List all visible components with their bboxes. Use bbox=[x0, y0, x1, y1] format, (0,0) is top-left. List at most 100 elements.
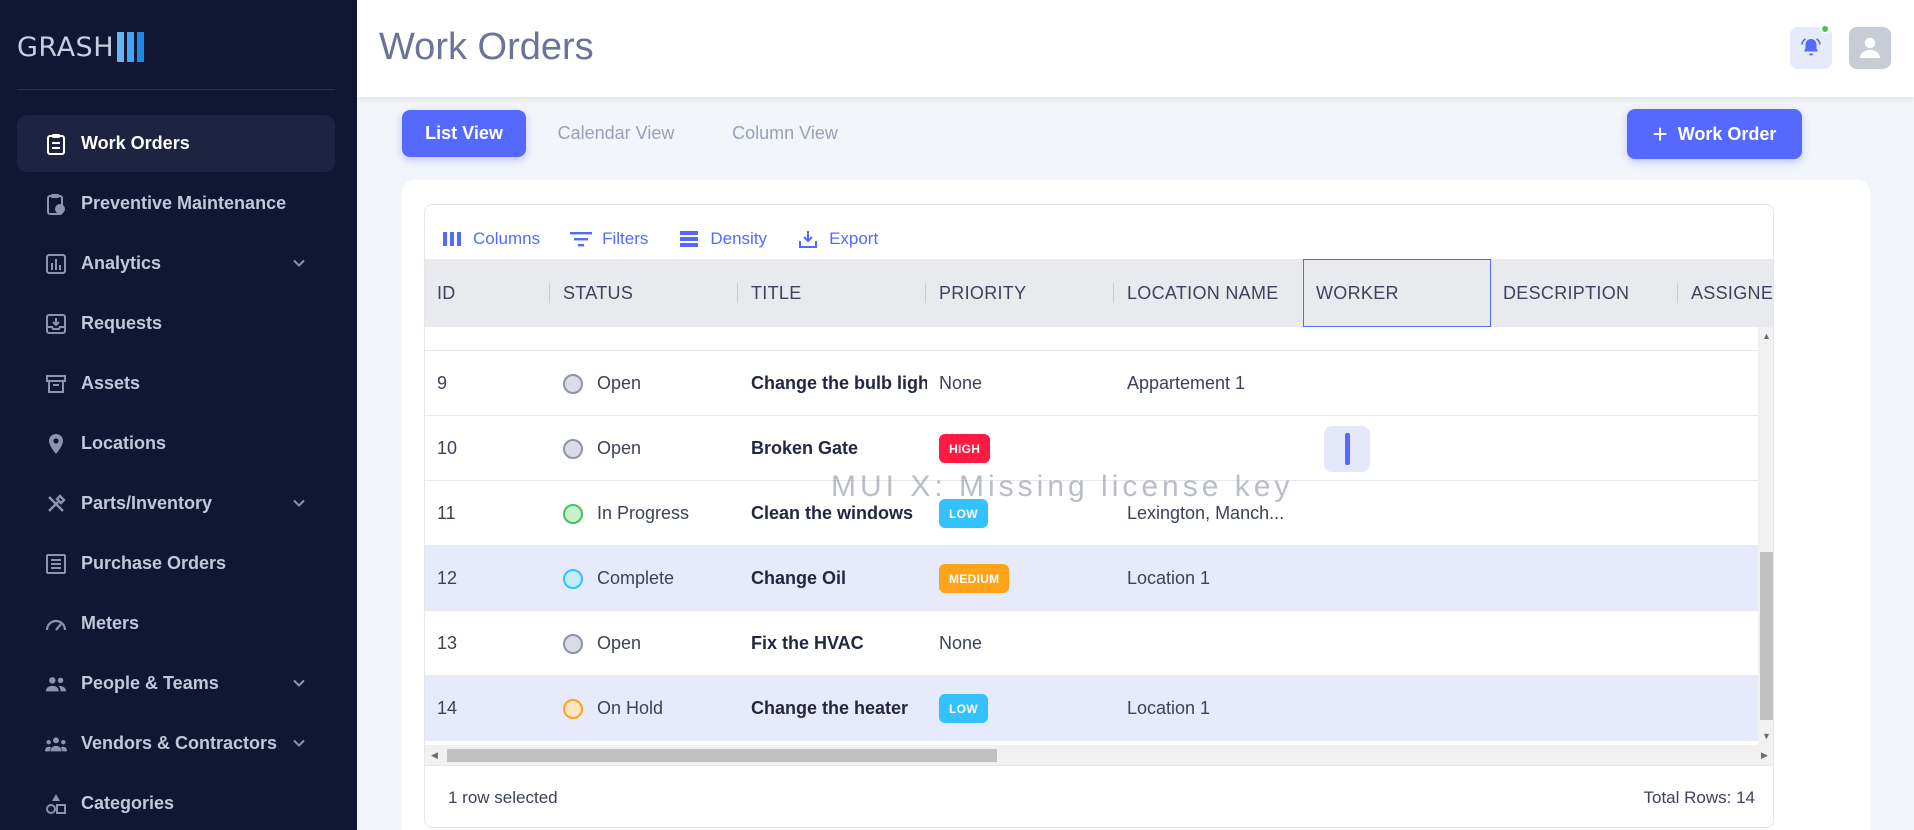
cell-id: 11 bbox=[437, 503, 456, 523]
horizontal-scroll-thumb[interactable] bbox=[447, 749, 997, 762]
column-separator[interactable] bbox=[737, 283, 738, 303]
columns-label: Columns bbox=[473, 229, 541, 248]
sidebar-item-categories[interactable]: Categories bbox=[17, 775, 335, 830]
filter-icon bbox=[570, 228, 593, 250]
filters-label: Filters bbox=[602, 229, 649, 248]
chevron-down-icon bbox=[291, 495, 307, 511]
cell-title: Change the heater bbox=[751, 698, 909, 718]
sidebar-item-people-teams[interactable]: People & Teams bbox=[17, 655, 335, 712]
selected-rows-count: 1 row selected bbox=[448, 788, 558, 807]
sidebar-item-label: Purchase Orders bbox=[81, 553, 227, 573]
columns-button[interactable]: Columns bbox=[441, 228, 540, 250]
column-header-location-name[interactable]: LOCATION NAME bbox=[1115, 259, 1303, 327]
sidebar-item-requests[interactable]: Requests bbox=[17, 295, 335, 352]
sidebar-item-label: Categories bbox=[81, 793, 175, 813]
column-separator[interactable] bbox=[925, 283, 926, 303]
notifications-button[interactable] bbox=[1790, 24, 1832, 69]
cell-priority: None bbox=[927, 611, 1115, 676]
sidebar-item-label: Assets bbox=[81, 373, 141, 393]
status-dot-icon bbox=[563, 438, 583, 459]
column-separator[interactable] bbox=[549, 283, 550, 303]
density-label: Density bbox=[710, 229, 768, 248]
sidebar-item-purchase-orders[interactable]: Purchase Orders bbox=[17, 535, 335, 592]
vertical-scroll-thumb[interactable] bbox=[1760, 552, 1773, 720]
table-row[interactable]: 13 Open Fix the HVAC None bbox=[425, 611, 1758, 676]
cell-priority: MEDIUM bbox=[927, 546, 1115, 611]
add-work-order-button[interactable]: + Work Order bbox=[1627, 109, 1802, 159]
status-dot-icon bbox=[563, 373, 583, 394]
status-label: In Progress bbox=[597, 503, 690, 523]
sidebar-item-vendors-contractors[interactable]: Vendors & Contractors bbox=[17, 715, 335, 772]
gauge-icon bbox=[45, 613, 67, 635]
export-button[interactable]: Export bbox=[797, 228, 878, 250]
cell-status: Open bbox=[551, 611, 739, 676]
table-row[interactable]: 12 Complete Change Oil MEDIUM Location 1 bbox=[425, 546, 1758, 611]
tab-list-view[interactable]: List View bbox=[402, 110, 526, 157]
table-header: ID STATUS TITLE PRIORITY LOCATION NAME WORKER… bbox=[425, 259, 1773, 327]
scroll-right-arrow-icon[interactable]: ▶ bbox=[1761, 750, 1768, 760]
column-header-title[interactable]: TITLE bbox=[739, 259, 927, 327]
logo-bars-icon bbox=[117, 32, 147, 62]
sidebar-item-locations[interactable]: Locations bbox=[17, 415, 335, 472]
column-resize-handle[interactable] bbox=[1324, 426, 1370, 472]
tab-column-view[interactable]: Column View bbox=[718, 110, 852, 157]
cell-id: 14 bbox=[437, 698, 458, 718]
scroll-left-arrow-icon[interactable]: ◀ bbox=[431, 750, 438, 760]
status-label: Open bbox=[597, 438, 642, 458]
cell-title: Change Oil bbox=[751, 568, 847, 588]
add-work-order-label: Work Order bbox=[1677, 123, 1777, 144]
sidebar-nav: Work Orders Preventive Maintenance Analyti… bbox=[17, 115, 335, 830]
cell-location: Location 1 bbox=[1127, 568, 1211, 588]
horizontal-scrollbar[interactable]: ◀ ▶ bbox=[425, 745, 1773, 765]
notification-dot bbox=[1820, 24, 1830, 34]
sidebar-item-label: Parts/Inventory bbox=[81, 493, 213, 513]
bar-chart-icon bbox=[45, 253, 67, 275]
priority-text: None bbox=[939, 633, 983, 653]
sidebar-item-work-orders[interactable]: Work Orders bbox=[17, 115, 335, 172]
column-header-assigned[interactable]: ASSIGNED bbox=[1679, 259, 1773, 327]
column-header-priority[interactable]: PRIORITY bbox=[927, 259, 1115, 327]
sidebar-item-assets[interactable]: Assets bbox=[17, 355, 335, 412]
cell-status: In Progress bbox=[551, 481, 739, 546]
user-avatar-button[interactable] bbox=[1849, 27, 1891, 69]
density-button[interactable]: Density bbox=[678, 228, 767, 250]
filters-button[interactable]: Filters bbox=[570, 228, 648, 250]
sidebar-item-parts-inventory[interactable]: Parts/Inventory bbox=[17, 475, 335, 532]
status-dot-icon bbox=[563, 698, 583, 719]
sidebar-item-preventive-maintenance[interactable]: Preventive Maintenance bbox=[17, 175, 335, 232]
status-dot-icon bbox=[563, 503, 583, 524]
status-label: On Hold bbox=[597, 698, 664, 718]
table-row[interactable]: 9 Open Change the bulb light None Appartemen… bbox=[425, 351, 1758, 416]
brand-name: GRASH bbox=[17, 31, 114, 63]
chevron-down-icon bbox=[291, 735, 307, 751]
scroll-up-arrow-icon[interactable]: ▲ bbox=[1762, 331, 1771, 341]
column-separator[interactable] bbox=[1113, 283, 1114, 303]
vertical-scrollbar[interactable]: ▲ ▼ bbox=[1758, 327, 1773, 745]
sidebar-item-analytics[interactable]: Analytics bbox=[17, 235, 335, 292]
brand-logo[interactable]: GRASH bbox=[17, 28, 147, 66]
top-header: Work Orders bbox=[357, 0, 1914, 97]
sidebar-item-label: Work Orders bbox=[81, 133, 190, 153]
grid-footer: 1 row selected Total Rows: 14 bbox=[425, 765, 1773, 827]
plus-icon: + bbox=[1652, 119, 1668, 149]
column-header-id[interactable]: ID bbox=[425, 259, 551, 327]
table-row[interactable]: 14 On Hold Change the heater LOW Location 1 bbox=[425, 676, 1758, 741]
status-label: Complete bbox=[597, 568, 675, 588]
cell-id: 10 bbox=[437, 438, 458, 458]
column-header-status[interactable]: STATUS bbox=[551, 259, 739, 327]
resize-bar-icon bbox=[1344, 433, 1350, 465]
table-row-partial[interactable] bbox=[425, 327, 1758, 351]
work-orders-grid: Columns Filters Density Export ID STATUS T… bbox=[424, 204, 1774, 828]
column-header-worker[interactable]: WORKER bbox=[1303, 259, 1491, 327]
user-icon bbox=[1860, 37, 1880, 58]
column-header-description[interactable]: DESCRIPTION bbox=[1491, 259, 1679, 327]
sidebar-item-meters[interactable]: Meters bbox=[17, 595, 335, 652]
tab-calendar-view[interactable]: Calendar View bbox=[544, 110, 688, 157]
scroll-down-arrow-icon[interactable]: ▼ bbox=[1762, 731, 1771, 741]
list-document-icon bbox=[45, 553, 67, 575]
chevron-down-icon bbox=[291, 255, 307, 271]
columns-icon bbox=[441, 228, 463, 250]
shapes-icon bbox=[45, 793, 67, 815]
cell-status: Open bbox=[551, 351, 739, 416]
column-separator[interactable] bbox=[1677, 283, 1678, 303]
